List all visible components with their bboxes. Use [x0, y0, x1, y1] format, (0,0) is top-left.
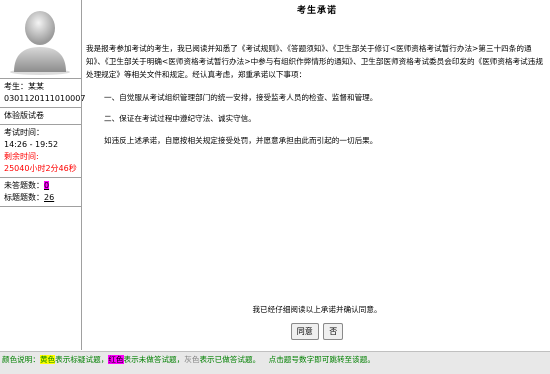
marked-label: 标题题数：	[4, 193, 44, 202]
unanswered-label: 未答题数：	[4, 181, 44, 190]
remaining-label: 剩余时间:	[4, 152, 39, 161]
legend-hint: 点击题号数字即可跳转至该题。	[268, 355, 375, 364]
sidebar: 考生：某某 0301120111010007 体验版试卷 考试时间： 14:26…	[0, 0, 86, 350]
time-range: 14:26 - 19:52	[4, 140, 59, 149]
candidate-id: 0301120111010007	[4, 94, 86, 103]
exam-type-block: 体验版试卷	[0, 108, 81, 125]
unanswered-counter: 未答题数：0	[4, 180, 77, 192]
candidate-info: 考生：某某 0301120111010007	[0, 79, 86, 108]
remaining-time: 25040小时2分46秒	[4, 164, 77, 173]
pledge-consequence: 如违反上述承诺，自愿按相关规定接受处罚，并愿意承担由此而引起的一切后果。	[104, 136, 378, 145]
counters-block: 未答题数：0 标题题数：26	[0, 178, 81, 207]
avatar	[0, 0, 81, 79]
legend-magenta-text: 表示未做答试题，	[123, 355, 185, 364]
time-label: 考试时间：	[4, 128, 44, 137]
legend-prefix: 颜色说明：	[2, 355, 40, 364]
marked-count-link[interactable]: 26	[44, 193, 54, 202]
decline-button[interactable]: 否	[323, 323, 344, 340]
candidate-name: 考生：某某	[4, 82, 44, 91]
user-avatar-icon	[10, 11, 70, 75]
button-row: 同意 否	[84, 323, 550, 340]
page-title: 考生承诺	[296, 6, 337, 16]
legend-gray-text: 表示已做答试题。	[199, 355, 261, 364]
color-legend-bar: 颜色说明：黄色表示标疑试题，红色表示未做答试题，灰色表示已做答试题。 点击题号数…	[0, 351, 550, 374]
confirm-text: 我已经仔细阅读以上承诺并确认同意。	[252, 305, 382, 314]
exam-type: 体验版试卷	[4, 111, 44, 120]
pledge-item-2: 二、保证在考试过程中遵纪守法、诚实守信。	[104, 114, 256, 123]
unanswered-count-link[interactable]: 0	[44, 181, 50, 190]
legend-magenta-word: 红色	[108, 355, 124, 364]
legend-yellow-text: 表示标疑试题，	[55, 355, 109, 364]
pledge-item-1: 一、自觉服从考试组织管理部门的统一安排，接受监考人员的检查、监督和管理。	[104, 93, 378, 102]
pledge-panel: 考生承诺 我是报考参加考试的考生，我已阅读并知悉了《考试规则》、《答题须知》、《…	[84, 0, 550, 350]
legend-gray-word: 灰色	[184, 355, 200, 364]
legend-yellow-word: 黄色	[39, 355, 56, 364]
pledge-intro: 我是报考参加考试的考生，我已阅读并知悉了《考试规则》、《答题须知》、《卫生部关于…	[86, 44, 543, 79]
marked-counter: 标题题数：26	[4, 192, 77, 204]
time-block: 考试时间： 14:26 - 19:52 剩余时间: 25040小时2分46秒	[0, 125, 81, 178]
agree-button[interactable]: 同意	[290, 323, 319, 340]
